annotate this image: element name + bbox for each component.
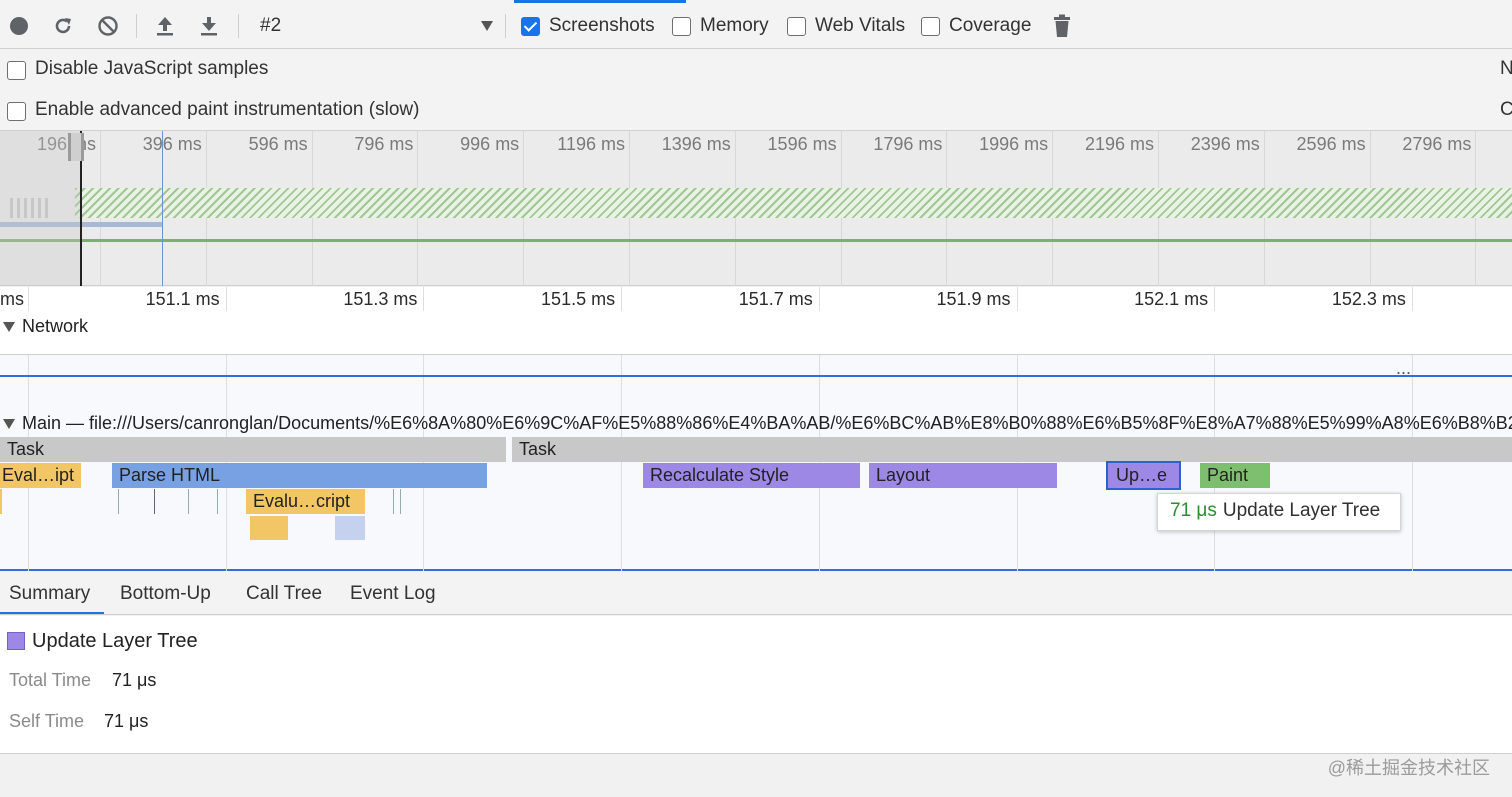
event-tooltip: 71 μs Update Layer Tree [1157,493,1401,531]
ruler-tick-label: 152.1 ms [1134,289,1209,309]
overview-tick-label: 1196 ms [557,134,625,154]
paint-block[interactable]: Paint [1200,463,1270,488]
minor-subcall-block[interactable] [335,516,365,540]
script-sliver [0,489,2,514]
ruler-tick-label: ms [0,289,24,309]
coverage-label: Coverage [949,15,1032,36]
web-vitals-label: Web Vitals [815,15,906,36]
settings-right-cut-1: N [1500,58,1512,79]
web-vitals-checkbox[interactable] [787,17,806,36]
tab-event-log[interactable]: Event Log [350,583,436,605]
advanced-paint-checkbox[interactable] [7,102,26,121]
toolbar-divider [505,14,506,38]
tooltip-event-name: Update Layer Tree [1222,500,1381,521]
window-grip[interactable] [68,133,84,161]
summary-title: Update Layer Tree [32,630,198,652]
overview-tick-label: 2796 ms [1402,134,1472,154]
selection-handle-right[interactable] [162,131,163,286]
overview-tick-label: 1996 ms [979,134,1049,154]
layout-block[interactable]: Layout [869,463,1057,488]
tiny-event-mark [154,489,155,514]
network-track-title[interactable]: Network [22,316,88,337]
upload-icon[interactable] [152,13,178,39]
tab-bottom-up[interactable]: Bottom-Up [120,583,211,605]
task-block[interactable]: Task [0,437,506,462]
more-options-icon[interactable]: ... [1396,358,1411,379]
details-tabbar [0,572,1512,615]
summary-panel [0,616,1512,754]
track-divider [0,375,1512,377]
active-tab-indicator [514,0,686,3]
reload-icon[interactable] [50,13,76,39]
trash-icon[interactable] [1049,13,1075,39]
overview-tick-label: 1396 ms [661,134,731,154]
evaluate-script-block[interactable]: Eval…ipt [0,463,81,488]
self-time-label: Self Time [9,711,85,731]
tooltip-duration: 71 μs [1170,500,1217,521]
tiny-event-mark [188,489,189,514]
active-tab-underline [0,612,104,614]
evaluate-script-block[interactable]: Evalu…cript [246,489,365,514]
tiny-event-mark [400,489,401,514]
recalculate-style-block[interactable]: Recalculate Style [643,463,860,488]
disable-js-samples-checkbox[interactable] [7,61,26,80]
overview-tick-label: 1596 ms [767,134,837,154]
overview-tick-label: 596 ms [248,134,308,154]
task-block[interactable]: Task [512,437,1512,462]
main-track-title[interactable]: Main — file:///Users/canronglan/Document… [22,413,1512,434]
tiny-event-mark [393,489,394,514]
memory-label: Memory [700,15,769,36]
tab-call-tree[interactable]: Call Tree [246,583,322,605]
ruler-tick-label: 151.3 ms [343,289,418,309]
expand-triangle-icon[interactable] [3,419,15,429]
tiny-event-mark [217,489,218,514]
disable-js-samples-label: Disable JavaScript samples [35,58,269,79]
frames-overview-bar [0,239,1512,242]
settings-right-cut-2: C [1500,99,1512,120]
overview-tick-label: 396 ms [142,134,202,154]
update-layer-tree-block[interactable]: Up…e [1106,461,1181,490]
tab-summary[interactable]: Summary [9,583,90,605]
parse-html-block[interactable]: Parse HTML [112,463,487,488]
memory-checkbox[interactable] [672,17,691,36]
self-time-value: 71 μs [104,711,149,731]
profile-select[interactable]: #2 [260,15,281,37]
overview-tick-label: 996 ms [460,134,520,154]
category-swatch [7,632,25,650]
overview-tick-label: 2196 ms [1084,134,1154,154]
screenshots-checkbox[interactable] [521,17,540,36]
coverage-checkbox[interactable] [921,17,940,36]
ruler-tick-label: 151.5 ms [541,289,616,309]
overview-tick-label: 2396 ms [1190,134,1260,154]
advanced-paint-label: Enable advanced paint instrumentation (s… [35,99,420,120]
ruler-tick-label: 151.1 ms [145,289,220,309]
network-track [0,311,1512,355]
total-time-label: Total Time [9,670,92,690]
chevron-down-icon[interactable] [481,21,493,31]
script-subcall-block[interactable] [250,516,288,540]
clear-icon[interactable] [95,13,121,39]
screenshot-frames-strip [75,188,1512,218]
overview-tick-label: 796 ms [354,134,414,154]
download-icon[interactable] [196,13,222,39]
watermark: @稀土掘金技术社区 [1327,758,1490,778]
ruler-tick-label: 151.9 ms [936,289,1011,309]
screenshots-label: Screenshots [549,15,655,36]
record-icon[interactable] [6,13,32,39]
expand-triangle-icon[interactable] [3,322,15,332]
tiny-event-mark [118,489,119,514]
overview-tick-label: 2596 ms [1296,134,1366,154]
ruler-tick-label: 151.7 ms [738,289,813,309]
toolbar-divider [136,14,137,38]
overview-tick-label: 1796 ms [873,134,943,154]
total-time-value: 71 μs [112,670,157,690]
ruler-tick-label: 152.3 ms [1331,289,1406,309]
toolbar-divider [238,14,239,38]
